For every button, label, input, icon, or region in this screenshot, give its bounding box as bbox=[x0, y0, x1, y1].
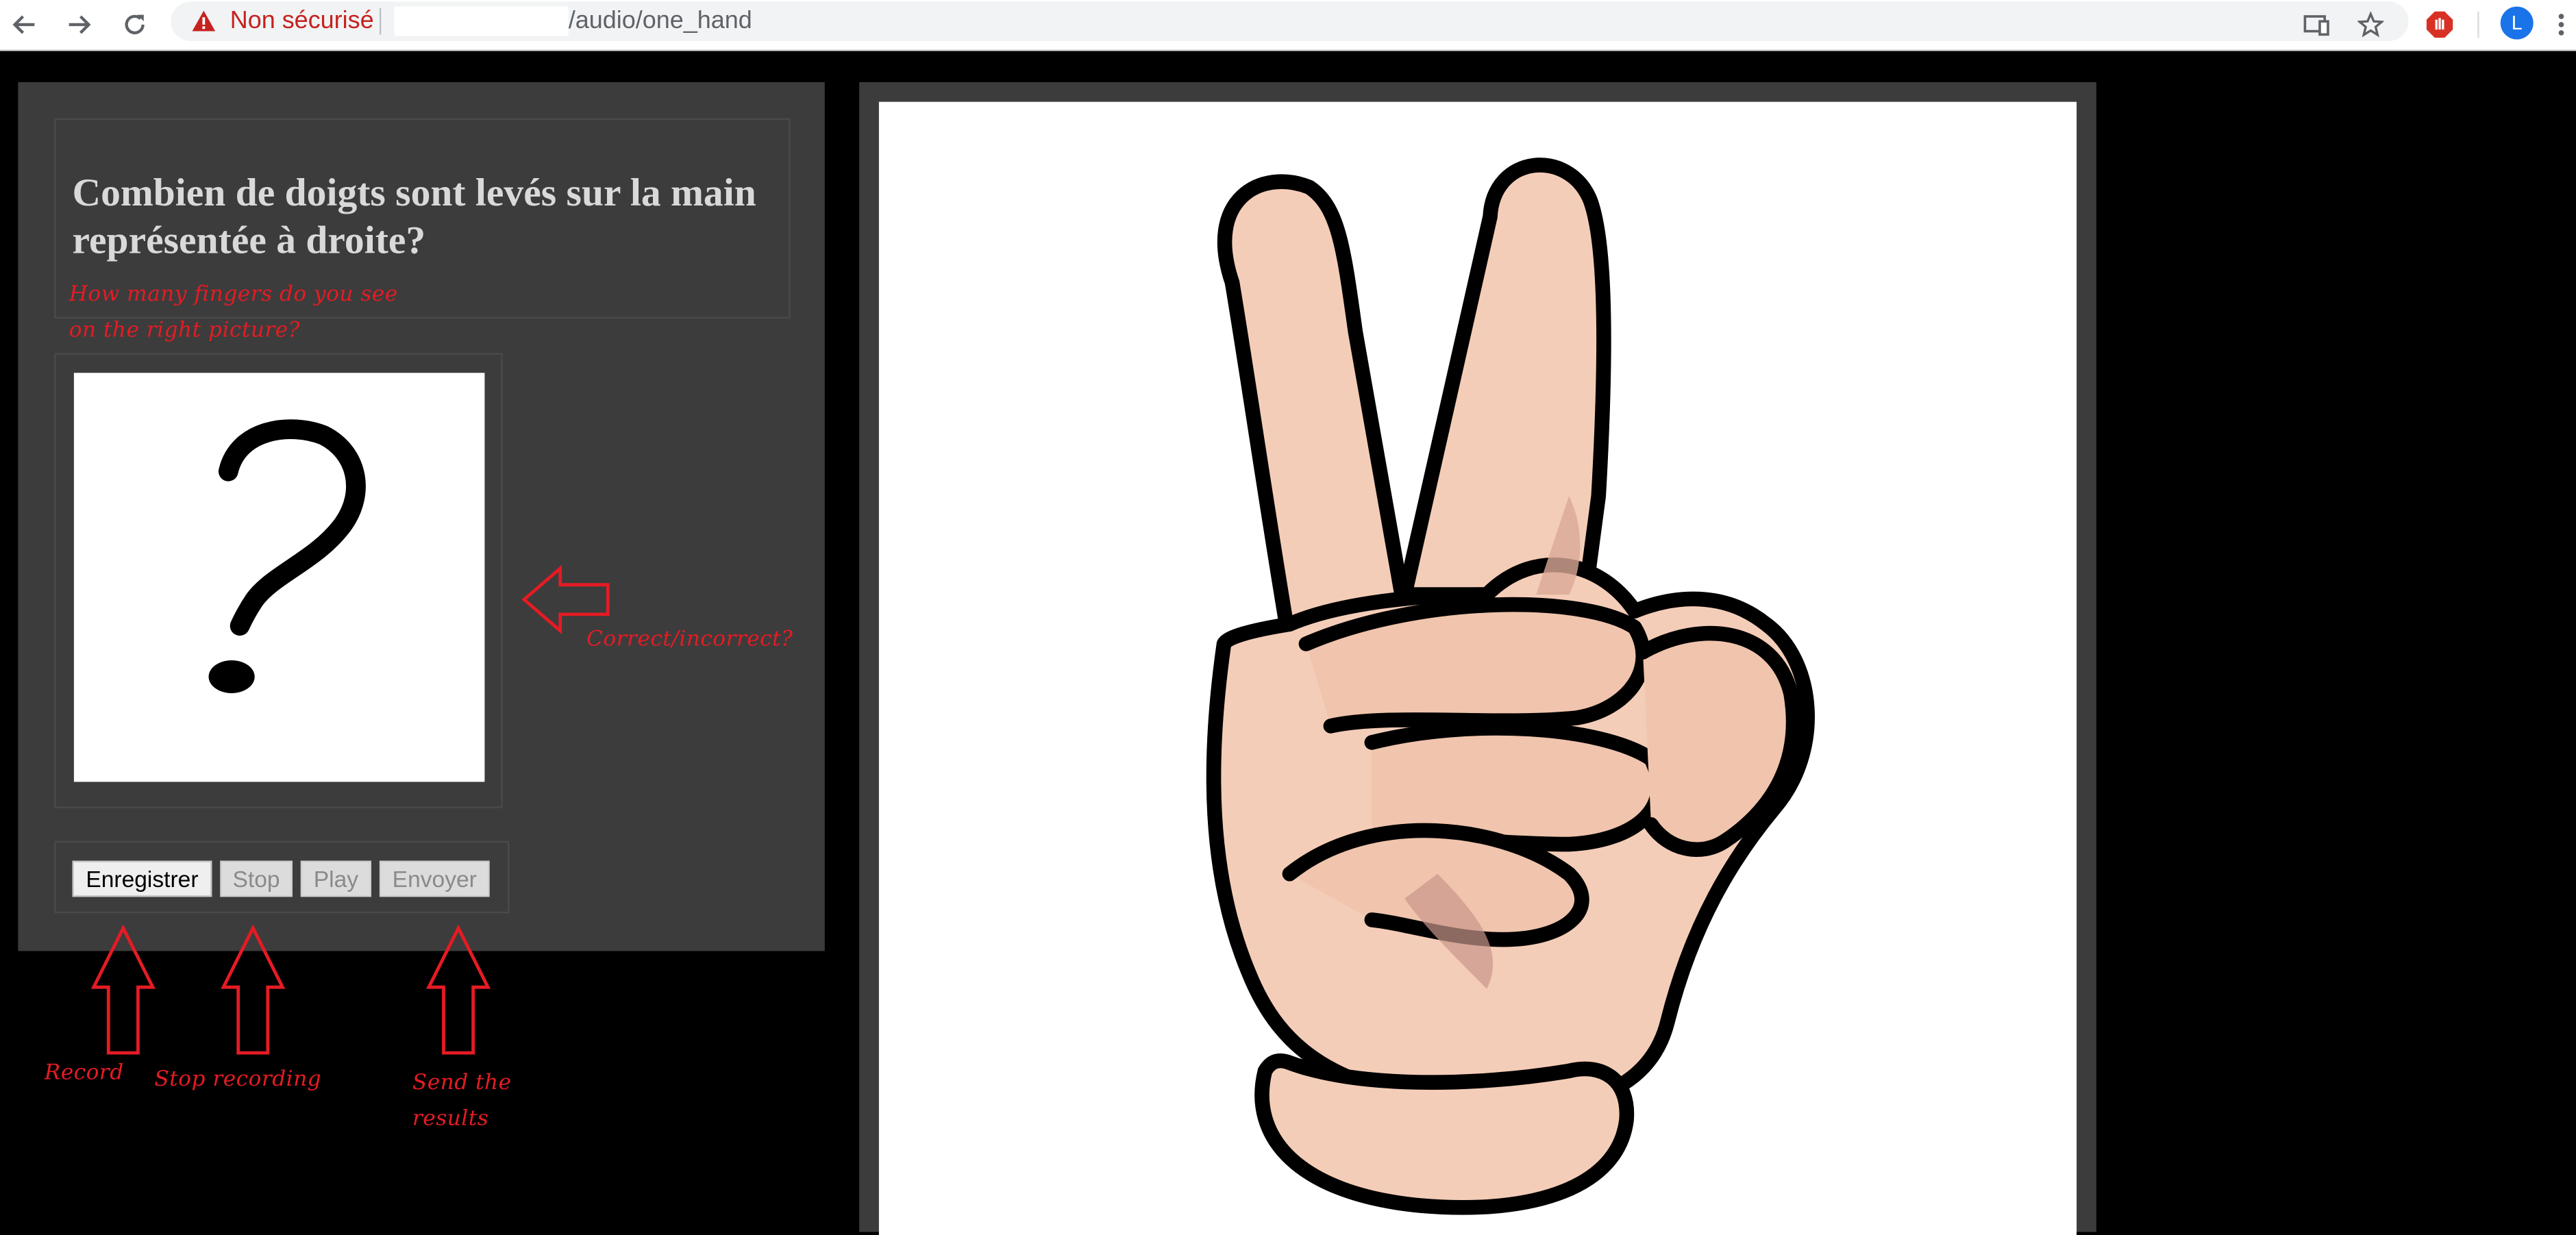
stop-button[interactable]: Stop bbox=[220, 860, 293, 897]
browser-toolbar: Non sécurisé /audio/one_hand L bbox=[0, 0, 2576, 51]
annotation-stop-recording: Stop recording bbox=[154, 1067, 322, 1093]
omnibox-divider bbox=[379, 8, 382, 35]
peace-sign-hand-icon bbox=[1206, 158, 1815, 1215]
toolbar-separator bbox=[2477, 11, 2479, 38]
cast-icon[interactable] bbox=[2299, 7, 2335, 43]
question-title: Combien de doigts sont levés sur la main… bbox=[72, 172, 756, 263]
annotation-correct: Correct/incorrect? bbox=[586, 627, 793, 653]
forward-icon[interactable] bbox=[61, 7, 97, 43]
extension-stop-icon[interactable] bbox=[2422, 7, 2458, 43]
annotation-question-en-line2: on the right picture? bbox=[69, 319, 300, 344]
question-mark-icon bbox=[208, 419, 366, 693]
answer-image bbox=[73, 373, 485, 782]
redacted-host bbox=[394, 6, 569, 36]
answer-image-frame bbox=[54, 353, 503, 808]
kebab-menu-icon[interactable] bbox=[2550, 7, 2573, 43]
annotation-send-line1: Send the bbox=[412, 1071, 512, 1096]
recorder-controls: Enregistrer Stop Play Envoyer bbox=[54, 840, 510, 914]
reload-icon[interactable] bbox=[116, 7, 153, 43]
annotation-question-en-line1: How many fingers do you see bbox=[69, 282, 398, 308]
warning-icon bbox=[192, 10, 216, 32]
hand-image bbox=[878, 101, 2077, 1235]
annotation-record: Record bbox=[44, 1061, 124, 1086]
profile-avatar[interactable]: L bbox=[2500, 6, 2534, 40]
browser-window: Non sécurisé /audio/one_hand L Combien d… bbox=[0, 0, 2576, 1235]
url-path[interactable]: /audio/one_hand bbox=[569, 7, 752, 36]
up-arrow-icon bbox=[221, 925, 286, 1055]
star-icon[interactable] bbox=[2353, 7, 2389, 43]
send-button[interactable]: Envoyer bbox=[379, 860, 490, 897]
address-bar[interactable]: Non sécurisé /audio/one_hand bbox=[171, 1, 2409, 41]
question-panel: Combien de doigts sont levés sur la main… bbox=[18, 82, 825, 951]
up-arrow-icon bbox=[425, 925, 491, 1055]
hand-panel bbox=[859, 82, 2096, 1235]
up-arrow-icon bbox=[90, 925, 156, 1055]
play-button[interactable]: Play bbox=[300, 860, 371, 897]
annotation-send-line2: results bbox=[412, 1107, 489, 1132]
record-button[interactable]: Enregistrer bbox=[72, 860, 212, 897]
back-icon[interactable] bbox=[7, 7, 43, 43]
security-status-label[interactable]: Non sécurisé bbox=[230, 7, 374, 36]
